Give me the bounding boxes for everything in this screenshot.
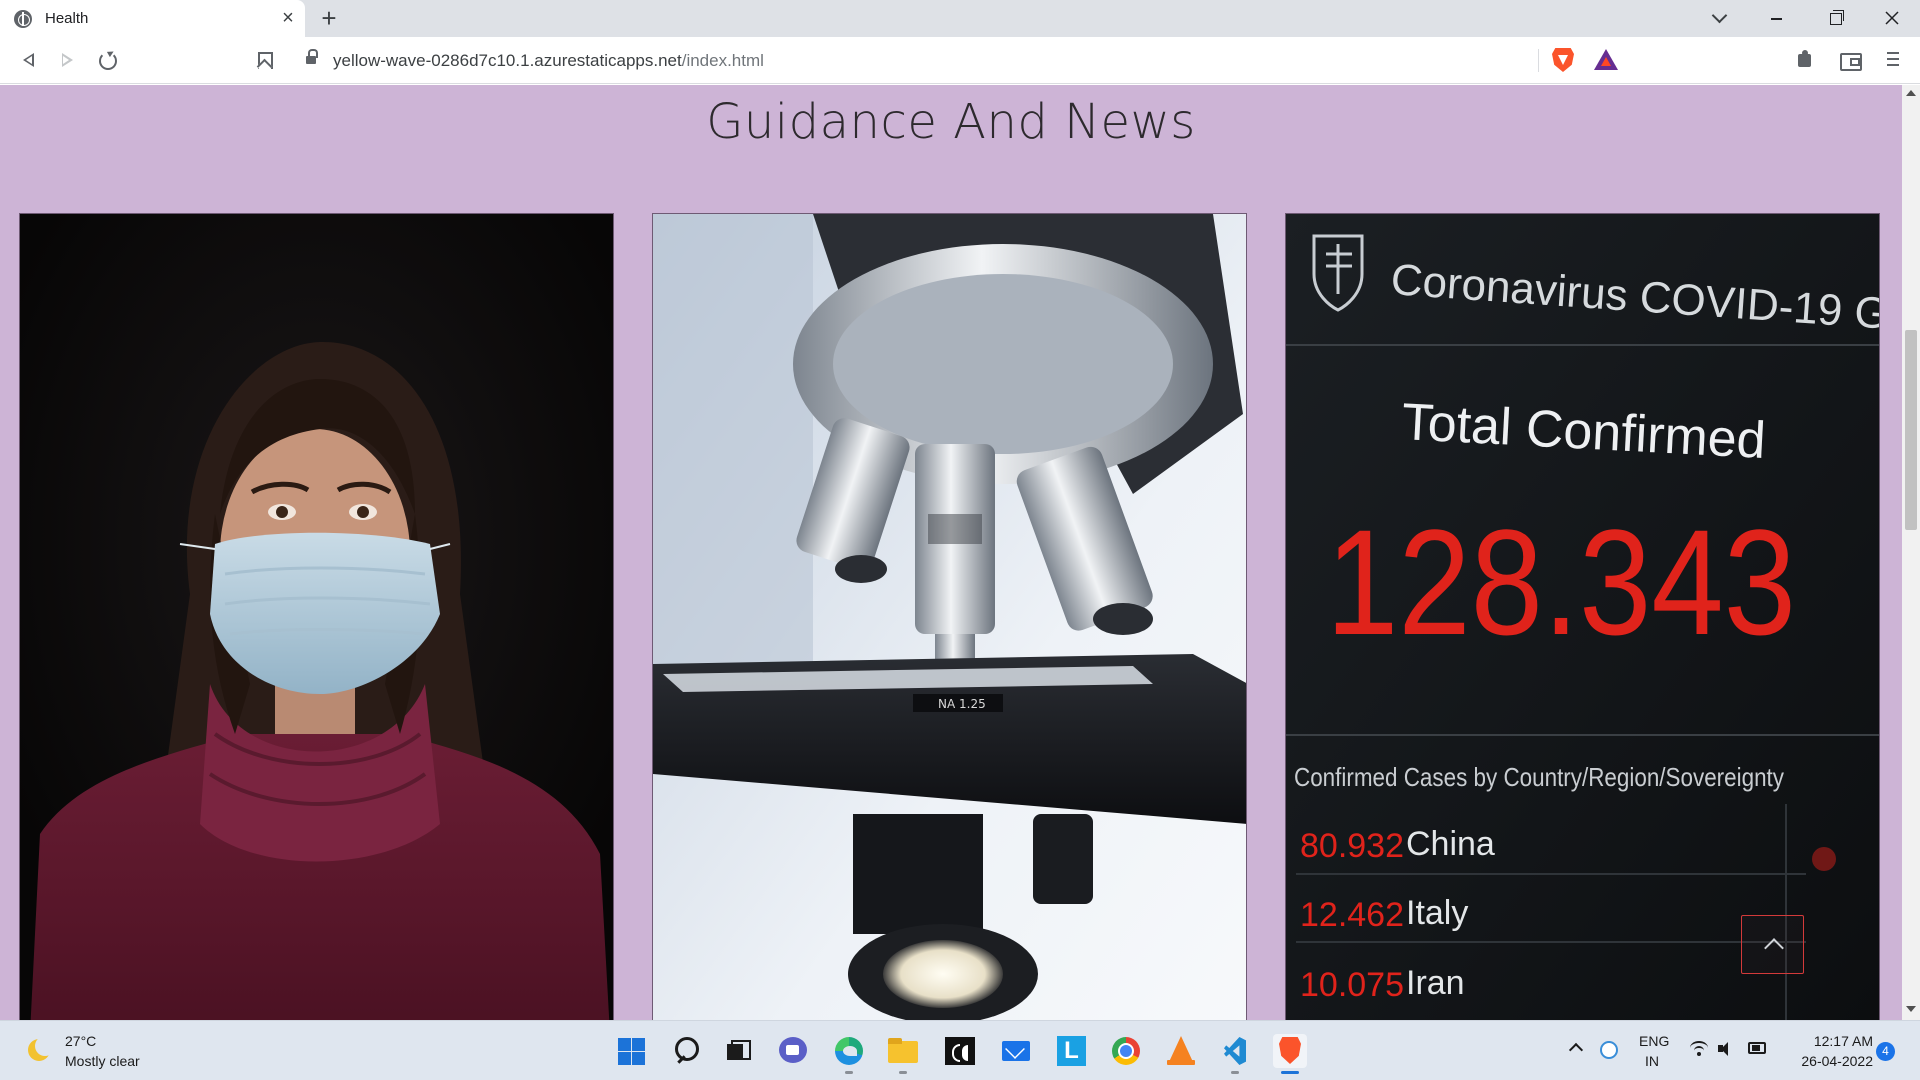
teams-chat-icon[interactable] — [776, 1034, 810, 1068]
wifi-icon[interactable] — [1690, 1041, 1708, 1056]
close-window-button[interactable] — [1868, 0, 1916, 37]
reload-button[interactable] — [95, 48, 119, 72]
windows-logo-icon — [618, 1038, 631, 1051]
language-region: IN — [1645, 1053, 1659, 1069]
tray-app-icon[interactable] — [1600, 1041, 1618, 1059]
row-1-country: China — [1406, 825, 1495, 863]
windows-logo-pane — [618, 1052, 631, 1065]
edge-icon[interactable] — [832, 1034, 866, 1074]
browser-toolbar: yellow-wave-0286d7c10.1.azurestaticapps.… — [0, 37, 1920, 84]
menu-icon[interactable] — [1881, 48, 1905, 72]
close-icon — [1885, 11, 1899, 25]
globe-icon — [14, 10, 32, 28]
windows-logo-pane — [632, 1052, 645, 1065]
notification-badge[interactable]: 4 — [1876, 1042, 1895, 1061]
tab-close-icon[interactable]: × — [276, 6, 300, 30]
tab-title: Health — [45, 10, 89, 27]
running-indicator — [899, 1071, 907, 1074]
mail-icon[interactable] — [999, 1034, 1033, 1068]
row-2-country: Italy — [1406, 894, 1468, 932]
brave-rewards-icon[interactable] — [1594, 49, 1618, 71]
minimize-button[interactable] — [1752, 0, 1800, 37]
active-indicator — [1281, 1071, 1299, 1074]
browser-tab[interactable]: Health × — [0, 0, 305, 37]
scrollbar-thumb[interactable] — [1905, 330, 1917, 530]
show-hidden-icons-chevron-icon[interactable] — [1568, 1042, 1584, 1058]
row-1-count: 80.932 — [1300, 827, 1404, 865]
windows-taskbar: 27°C Mostly clear ENG IN 12:17 AM 26-04-… — [0, 1020, 1920, 1080]
running-indicator — [1231, 1071, 1239, 1074]
row-3-count: 10.075 — [1300, 966, 1404, 1004]
brave-browser-icon[interactable] — [1273, 1034, 1307, 1074]
scroll-down-arrow-icon[interactable] — [1906, 1006, 1916, 1012]
volume-icon[interactable] — [1718, 1041, 1736, 1057]
windows-logo-pane — [632, 1038, 645, 1051]
file-explorer-icon[interactable] — [886, 1034, 920, 1074]
address-bar[interactable]: yellow-wave-0286d7c10.1.azurestaticapps.… — [294, 43, 1618, 78]
news-card-covid-dashboard[interactable]: Coronavirus COVID-19 Global C Total Conf… — [1285, 213, 1880, 1020]
total-confirmed-value: 128.343 — [1326, 498, 1796, 666]
scroll-to-top-button[interactable] — [1741, 915, 1804, 974]
woman-mask-photo — [20, 214, 613, 1020]
url-path: /index.html — [681, 51, 764, 70]
new-tab-button[interactable]: + — [315, 4, 343, 32]
clock-time: 12:17 AM — [1813, 1033, 1873, 1049]
row-3-country: Iran — [1406, 964, 1465, 1002]
vscode-icon[interactable] — [1218, 1034, 1252, 1074]
objective-label: NA 1.25 — [938, 697, 986, 711]
task-view-icon[interactable] — [721, 1034, 755, 1068]
bookmark-icon[interactable] — [252, 48, 276, 72]
by-country-label: Confirmed Cases by Country/Region/Sovere… — [1294, 762, 1784, 792]
moon-weather-icon — [28, 1036, 55, 1061]
wallet-icon[interactable] — [1838, 48, 1862, 72]
scroll-up-arrow-icon[interactable] — [1906, 90, 1916, 96]
tab-strip: Health × + — [0, 0, 1920, 37]
dolby-icon[interactable] — [943, 1034, 977, 1068]
news-card-microscope[interactable]: NA 1.25 — [652, 213, 1247, 1020]
omnibox-divider — [1538, 49, 1539, 72]
back-button[interactable] — [16, 48, 40, 72]
extensions-icon[interactable] — [1794, 48, 1818, 72]
restore-button[interactable] — [1810, 0, 1858, 37]
section-title: Guidance And News — [706, 94, 1196, 150]
running-indicator — [845, 1071, 853, 1074]
news-card-mask[interactable] — [19, 213, 614, 1020]
vlc-icon[interactable] — [1164, 1034, 1198, 1068]
l-app-icon[interactable] — [1054, 1034, 1088, 1068]
lock-icon[interactable] — [306, 49, 318, 66]
battery-icon[interactable] — [1748, 1042, 1766, 1054]
forward-button[interactable] — [55, 48, 79, 72]
tab-search-chevron-icon[interactable] — [1708, 6, 1732, 30]
microscope-photo: NA 1.25 — [653, 214, 1246, 1020]
url-host: yellow-wave-0286d7c10.1.azurestaticapps.… — [333, 51, 682, 70]
weather-description: Mostly clear — [65, 1053, 140, 1069]
page-viewport: Guidance And News NA 1.25 Coronavirus CO… — [0, 85, 1902, 1020]
language-code: ENG — [1639, 1033, 1670, 1049]
page-scrollbar[interactable] — [1902, 85, 1920, 1020]
url-text[interactable]: yellow-wave-0286d7c10.1.azurestaticapps.… — [333, 51, 764, 71]
clock-date: 26-04-2022 — [1801, 1053, 1873, 1069]
covid-dashboard-photo: Coronavirus COVID-19 Global C Total Conf… — [1286, 214, 1879, 1020]
row-2-count: 12.462 — [1300, 896, 1404, 934]
weather-temperature: 27°C — [65, 1033, 97, 1049]
brave-shields-icon[interactable] — [1552, 48, 1574, 72]
chrome-icon[interactable] — [1109, 1034, 1143, 1068]
search-icon[interactable] — [670, 1034, 704, 1068]
start-button[interactable] — [614, 1034, 648, 1068]
